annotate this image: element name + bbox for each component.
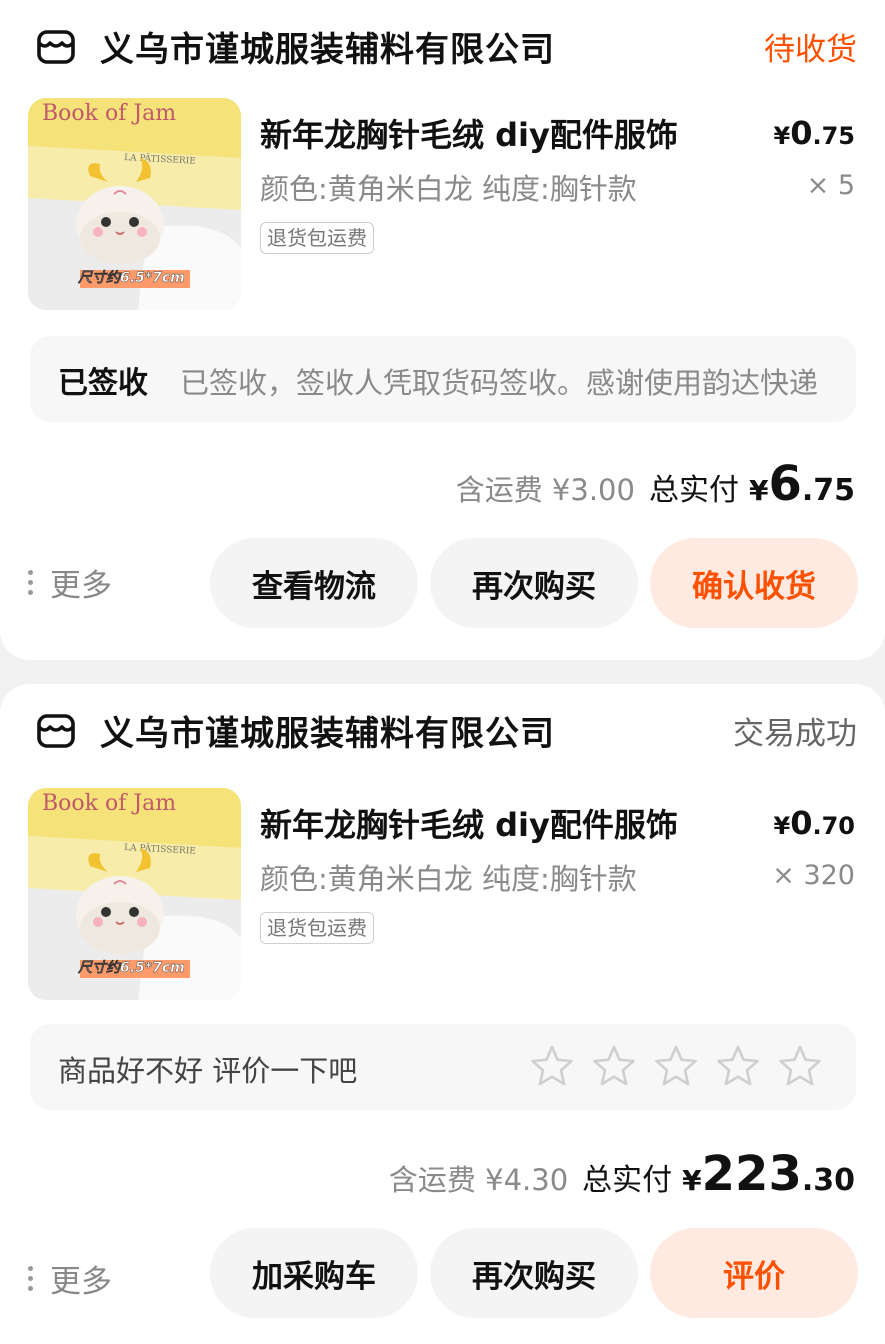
return-shipping-tag: 退货包运费 bbox=[260, 912, 374, 944]
buy-again-button[interactable]: 再次购买 bbox=[430, 538, 638, 628]
buy-again-button[interactable]: 再次购买 bbox=[430, 1228, 638, 1318]
star-icon[interactable] bbox=[716, 1044, 760, 1088]
svg-text:尺寸约6.5*7cm: 尺寸约6.5*7cm bbox=[77, 269, 185, 286]
price-dec: .75 bbox=[812, 122, 855, 150]
star-icon[interactable] bbox=[592, 1044, 636, 1088]
shop-header[interactable]: 义乌市谨城服装辅料有限公司 交易成功 bbox=[0, 684, 885, 776]
logistics-status: 已签收 bbox=[58, 366, 148, 401]
star-icon[interactable] bbox=[654, 1044, 698, 1088]
unit-price: ¥0.70 bbox=[774, 804, 855, 842]
return-shipping-tag: 退货包运费 bbox=[260, 222, 374, 254]
shop-name[interactable]: 义乌市谨城服装辅料有限公司 bbox=[100, 22, 555, 71]
svg-text:尺寸约6.5*7cm: 尺寸约6.5*7cm bbox=[77, 959, 185, 976]
more-menu[interactable]: 更多 bbox=[26, 560, 112, 605]
product-spec: 颜色:黄角米白龙 纯度:胸针款 bbox=[260, 172, 637, 206]
order-status: 交易成功 bbox=[733, 716, 857, 752]
logistics-box[interactable]: 已签收 已签收，签收人凭取货码签收。感谢使用韵达快递 bbox=[30, 336, 856, 422]
more-dots-icon bbox=[26, 1264, 34, 1294]
shop-icon bbox=[37, 714, 75, 748]
total-dec: .75 bbox=[801, 473, 855, 508]
paid-label: 总实付 bbox=[648, 473, 739, 508]
quantity: × 320 bbox=[772, 860, 855, 891]
add-to-purchase-cart-button[interactable]: 加采购车 bbox=[210, 1228, 418, 1318]
total-int: 223 bbox=[701, 1146, 802, 1202]
price-symbol: ¥ bbox=[773, 812, 791, 840]
book-title-text: Book of Jam bbox=[42, 101, 176, 126]
product-image[interactable]: Book of Jam LA PÂTISSERIE 尺寸约6.5*7cm bbox=[28, 788, 241, 1000]
order-total: 含运费 ¥3.00 总实付 ¥ 6 .75 bbox=[456, 456, 855, 512]
price-int: 0 bbox=[790, 804, 813, 842]
product-image[interactable]: Book of Jam LA PÂTISSERIE 尺寸约6.5*7cm bbox=[28, 98, 241, 310]
unit-price: ¥0.75 bbox=[774, 114, 855, 152]
price-int: 0 bbox=[790, 114, 813, 152]
star-icon[interactable] bbox=[530, 1044, 574, 1088]
order-total: 含运费 ¥4.30 总实付 ¥ 223 .30 bbox=[389, 1146, 855, 1202]
order-card: 义乌市谨城服装辅料有限公司 交易成功 Book of Jam LA PÂTISS… bbox=[0, 684, 885, 1344]
price-symbol: ¥ bbox=[773, 122, 791, 150]
total-dec: .30 bbox=[801, 1163, 855, 1198]
paid-label: 总实付 bbox=[582, 1163, 673, 1198]
logistics-detail: 已签收，签收人凭取货码签收。感谢使用韵达快递 bbox=[180, 366, 819, 400]
svg-text:Book of Jam: Book of Jam bbox=[42, 791, 176, 816]
product-spec: 颜色:黄角米白龙 纯度:胸针款 bbox=[260, 862, 637, 896]
view-logistics-button[interactable]: 查看物流 bbox=[210, 538, 418, 628]
confirm-receipt-button[interactable]: 确认收货 bbox=[650, 538, 858, 628]
shop-name[interactable]: 义乌市谨城服装辅料有限公司 bbox=[100, 706, 555, 755]
total-int: 6 bbox=[768, 456, 802, 512]
shop-header[interactable]: 义乌市谨城服装辅料有限公司 待收货 bbox=[0, 0, 885, 92]
product-title[interactable]: 新年龙胸针毛绒 diy配件服饰 bbox=[260, 110, 678, 156]
more-dots-icon bbox=[26, 568, 34, 598]
total-currency: ¥ bbox=[748, 474, 769, 507]
more-menu[interactable]: 更多 bbox=[26, 1256, 112, 1301]
price-dec: .70 bbox=[812, 812, 855, 840]
more-label: 更多 bbox=[50, 568, 112, 604]
order-card: 义乌市谨城服装辅料有限公司 待收货 Book of Jam LA PÂTISSE… bbox=[0, 0, 885, 660]
star-rating[interactable] bbox=[530, 1044, 822, 1088]
quantity: × 5 bbox=[806, 170, 855, 201]
shipping-fee: 含运费 ¥3.00 bbox=[455, 473, 635, 507]
shipping-fee: 含运费 ¥4.30 bbox=[388, 1163, 569, 1197]
shop-icon bbox=[37, 30, 75, 64]
more-label: 更多 bbox=[50, 1264, 112, 1300]
review-prompt: 商品好不好 评价一下吧 bbox=[58, 1054, 358, 1088]
review-box: 商品好不好 评价一下吧 bbox=[30, 1024, 856, 1110]
order-status: 待收货 bbox=[764, 32, 857, 68]
product-title[interactable]: 新年龙胸针毛绒 diy配件服饰 bbox=[260, 800, 678, 846]
review-button[interactable]: 评价 bbox=[650, 1228, 858, 1318]
total-currency: ¥ bbox=[682, 1164, 702, 1197]
star-icon[interactable] bbox=[778, 1044, 822, 1088]
